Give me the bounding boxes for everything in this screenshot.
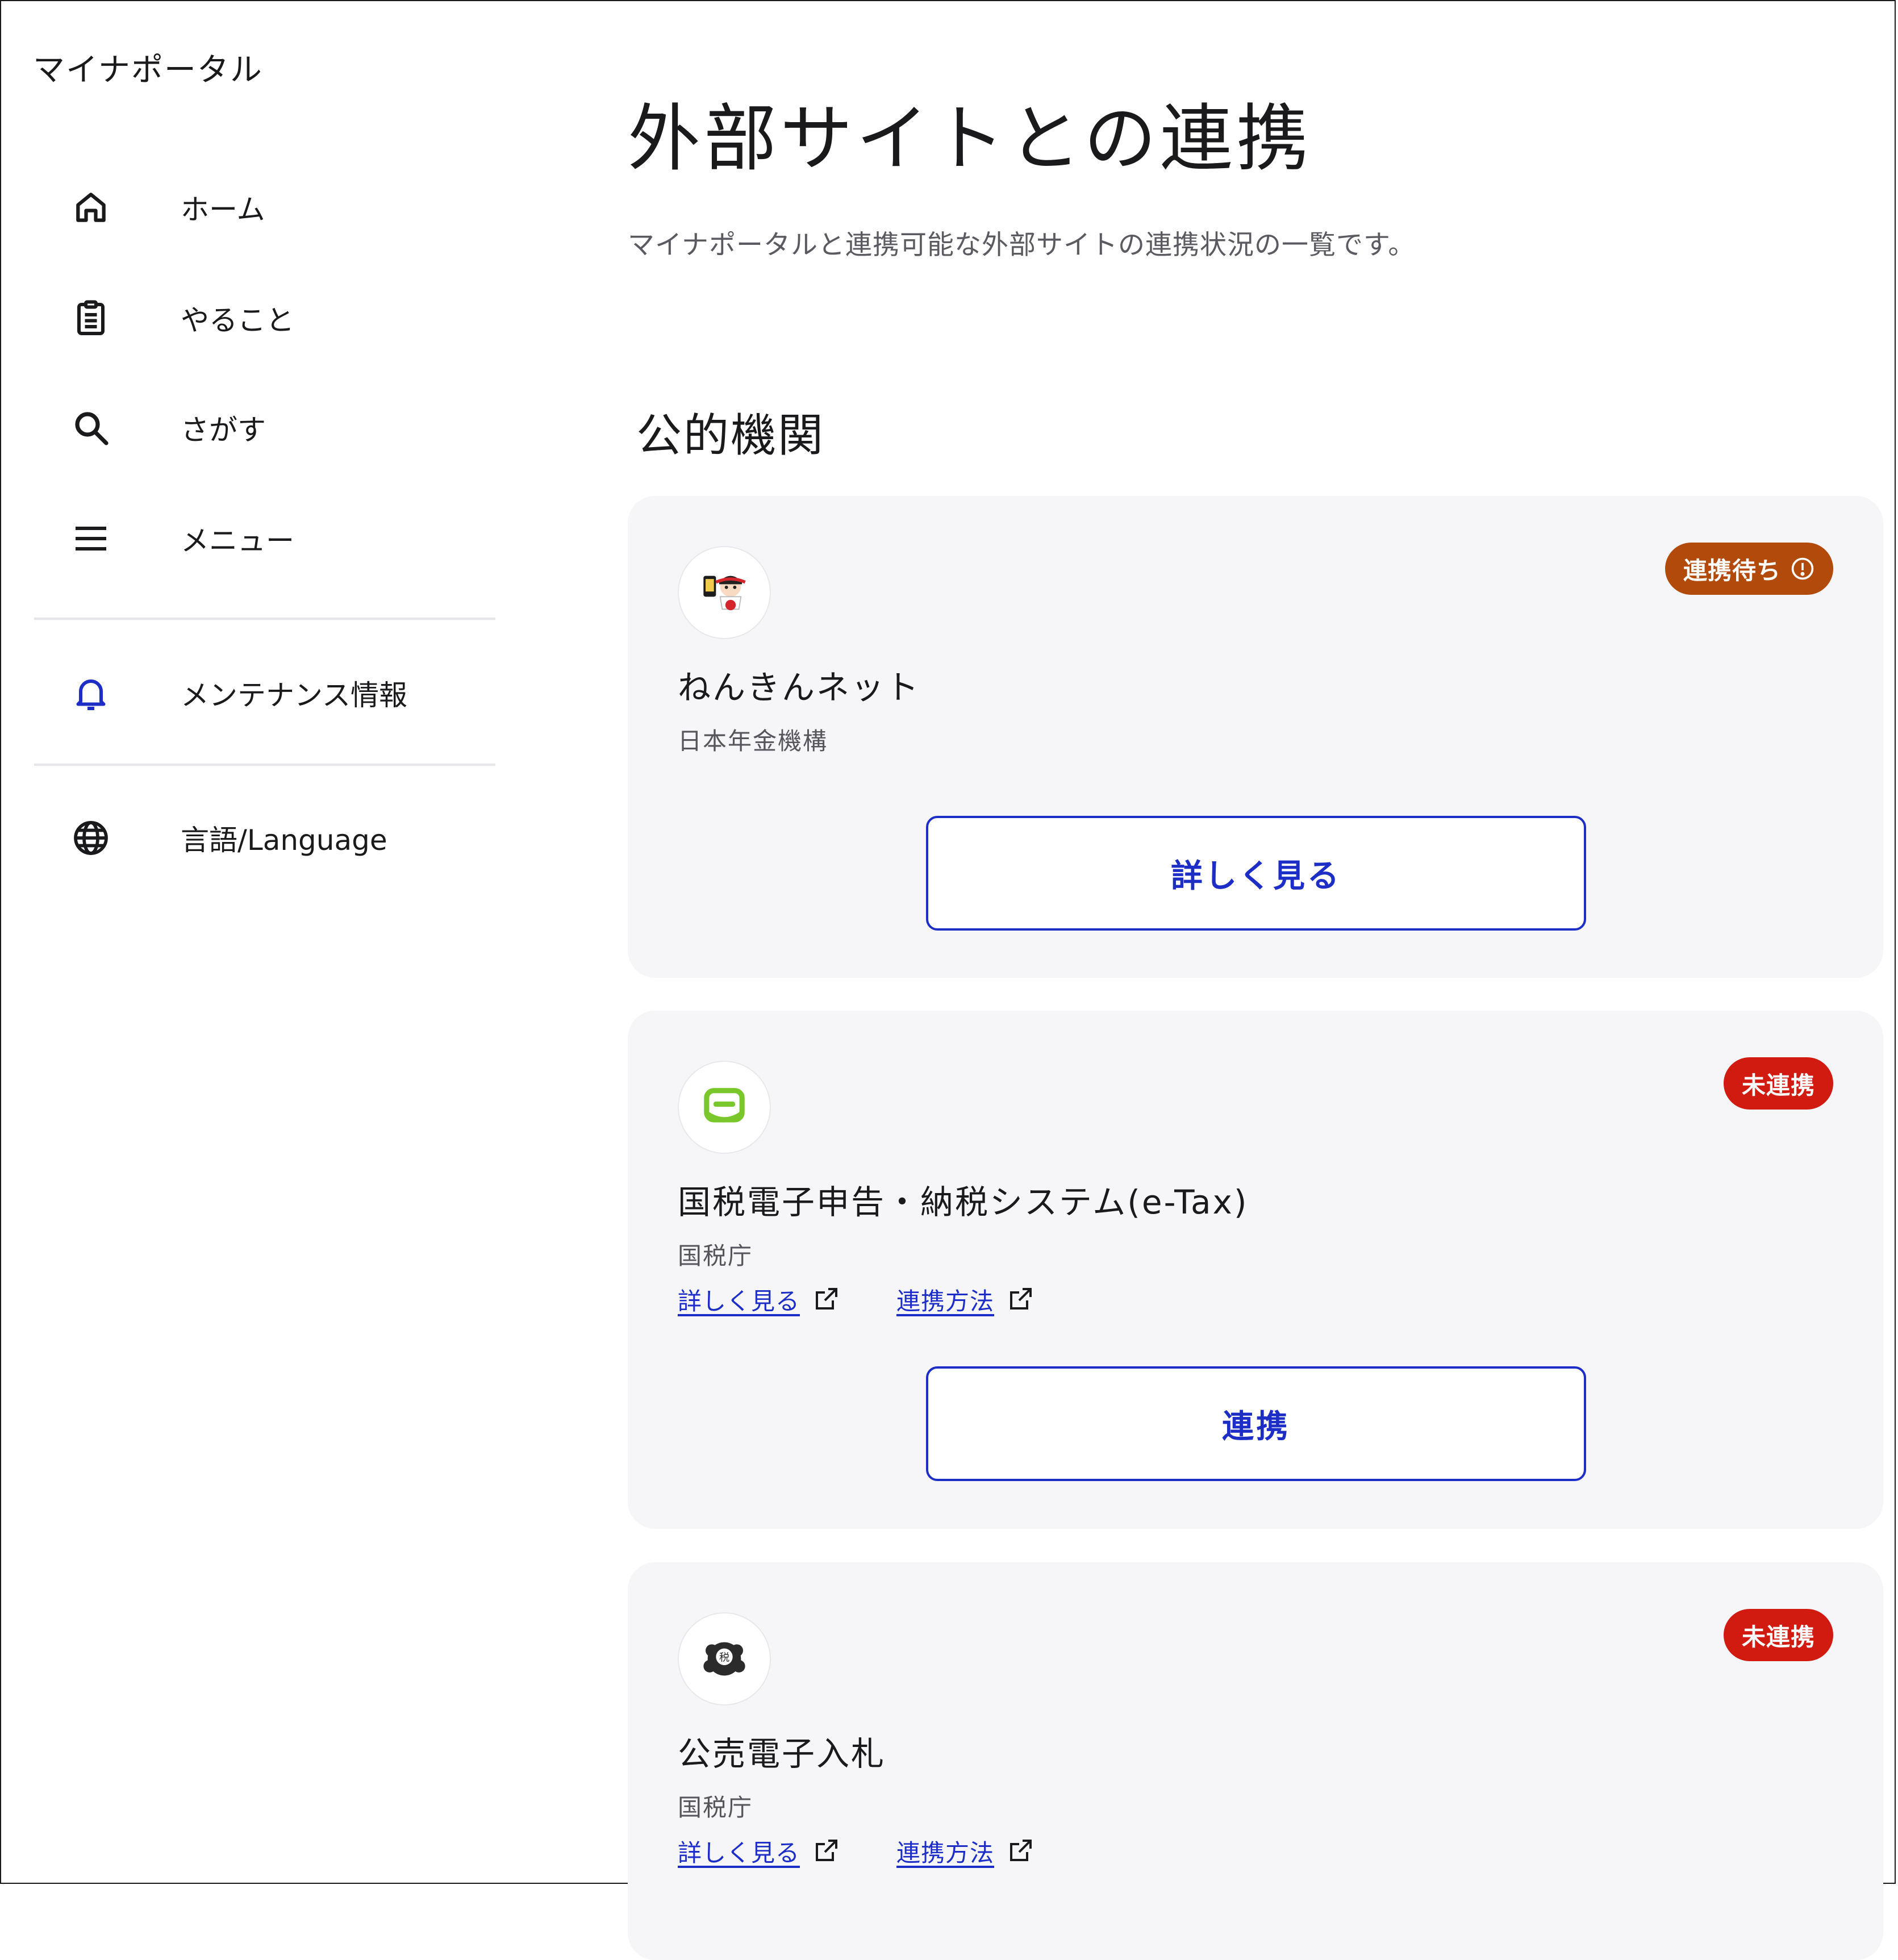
section-title: 公的機関	[636, 409, 825, 462]
sidebar-divider	[34, 764, 495, 766]
nav-label-maintenance: メンテナンス情報	[181, 679, 407, 712]
svg-text:税: 税	[719, 1652, 729, 1664]
nav-label-search: さがす	[181, 414, 266, 447]
status-badge: 未連携	[1723, 1609, 1833, 1661]
site-card: 未連携 国税電子申告・納税システム(e-Tax) 国税庁 詳しく見る 連携方法 …	[628, 1011, 1883, 1529]
hamburger-menu-icon	[68, 516, 114, 561]
status-badge-label: 未連携	[1741, 1623, 1815, 1651]
status-badge-label: 連携待ち	[1683, 556, 1781, 585]
info-circle-icon	[1790, 556, 1815, 581]
koubai-logo-icon: 税	[678, 1612, 771, 1705]
link-button[interactable]: 連携	[926, 1366, 1586, 1481]
details-link-label: 詳しく見る	[678, 1287, 800, 1315]
link-method-link[interactable]: 連携方法	[896, 1282, 1034, 1317]
nav-label-language: 言語/Language	[181, 824, 387, 857]
details-link[interactable]: 詳しく見る	[678, 1834, 840, 1869]
external-link-icon	[812, 1286, 840, 1313]
details-button[interactable]: 詳しく見る	[926, 816, 1586, 931]
nav-item-maintenance[interactable]: メンテナンス情報	[0, 650, 494, 736]
external-link-icon	[812, 1837, 840, 1865]
site-card: 連携待ち ねんきんネット 日本年金機構 詳しく見る	[628, 496, 1883, 978]
brand-title[interactable]: マイナポータル	[33, 44, 263, 90]
globe-icon	[68, 815, 114, 861]
nav-item-search[interactable]: さがす	[0, 385, 494, 470]
nav-item-language[interactable]: 言語/Language	[0, 795, 494, 881]
organization-name: 日本年金機構	[678, 727, 828, 755]
external-link-icon	[1007, 1837, 1034, 1865]
external-link-icon	[1007, 1286, 1034, 1313]
card-links: 詳しく見る 連携方法	[678, 1831, 1034, 1871]
nav-item-menu[interactable]: メニュー	[0, 496, 494, 581]
details-link[interactable]: 詳しく見る	[678, 1282, 840, 1317]
organization-name: 国税庁	[678, 1242, 753, 1270]
nav-item-todo[interactable]: やること	[0, 276, 494, 361]
nav-label-home: ホーム	[181, 193, 265, 226]
card-links: 詳しく見る 連携方法	[678, 1279, 1034, 1319]
status-badge-label: 未連携	[1741, 1071, 1815, 1099]
details-link-label: 詳しく見る	[678, 1838, 800, 1867]
link-method-label: 連携方法	[896, 1287, 995, 1315]
nav-label-menu: メニュー	[181, 524, 294, 557]
page-title: 外部サイトとの連携	[628, 97, 1312, 181]
search-icon	[68, 405, 114, 451]
status-badge: 未連携	[1723, 1057, 1833, 1110]
home-icon	[68, 185, 114, 230]
page-description: マイナポータルと連携可能な外部サイトの連携状況の一覧です。	[628, 230, 1416, 261]
site-name: 公売電子入札	[678, 1734, 886, 1773]
sidebar-divider	[34, 618, 495, 620]
site-card: 税 未連携 公売電子入札 国税庁 詳しく見る 連携方法	[628, 1562, 1883, 1960]
nav-item-home[interactable]: ホーム	[0, 165, 494, 250]
organization-name: 国税庁	[678, 1794, 753, 1821]
bell-icon	[68, 670, 114, 716]
etax-logo-icon	[678, 1061, 771, 1154]
clipboard-icon	[68, 295, 114, 341]
nenkin-net-logo-icon	[678, 546, 771, 639]
site-name: ねんきんネット	[678, 668, 921, 707]
site-name: 国税電子申告・納税システム(e-Tax)	[678, 1183, 1249, 1221]
link-method-label: 連携方法	[896, 1838, 995, 1867]
link-method-link[interactable]: 連携方法	[896, 1834, 1034, 1869]
status-badge: 連携待ち	[1665, 543, 1833, 595]
nav-label-todo: やること	[181, 304, 294, 337]
